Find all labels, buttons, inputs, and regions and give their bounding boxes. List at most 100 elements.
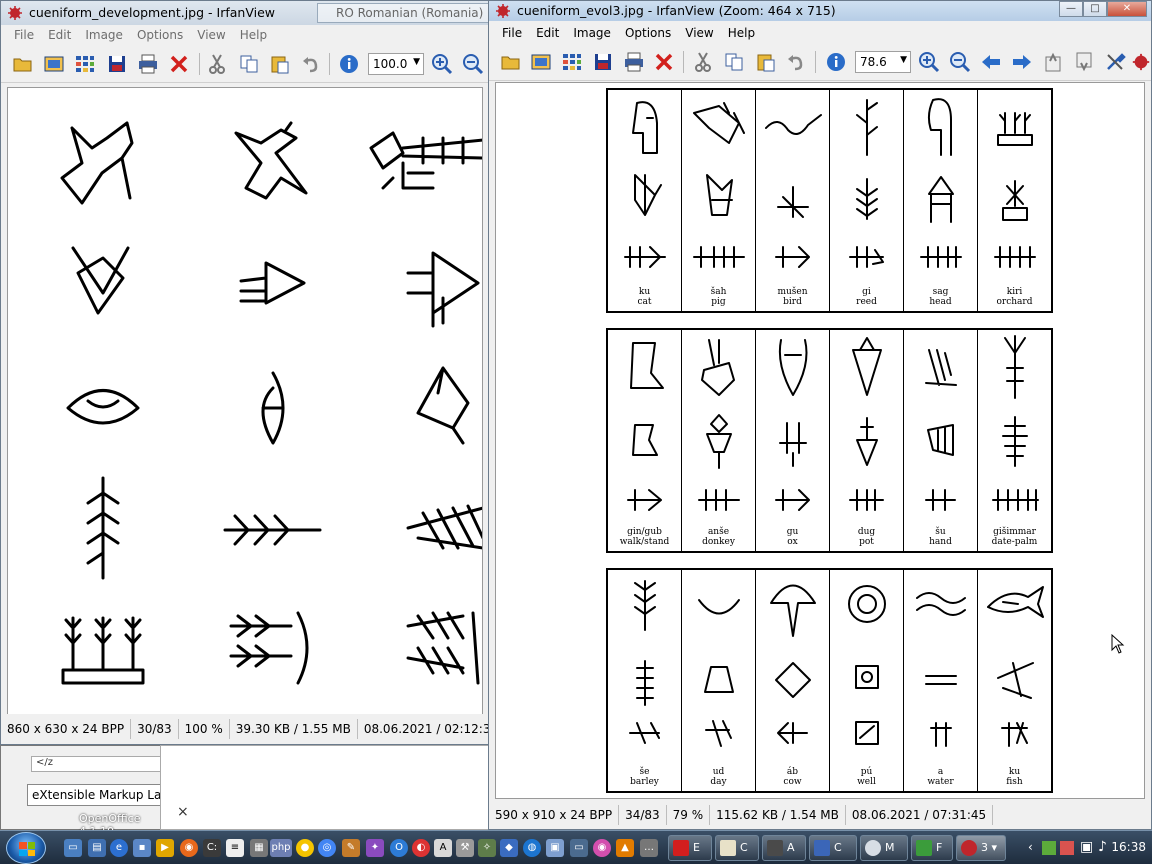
minimize-button[interactable]: — [1059,1,1083,17]
chevron-down-icon[interactable]: ▼ [900,55,907,65]
tools-icon[interactable]: ⚒ [456,839,474,857]
menu-edit[interactable]: Edit [529,23,566,43]
slideshow-icon[interactable] [528,50,554,74]
terminal-icon[interactable]: C: [203,839,221,857]
right-image-canvas[interactable]: ku cat šah pig mušen bird gi reed sag he… [495,82,1145,799]
close-button[interactable]: ✕ [1107,1,1147,17]
copy-icon[interactable] [721,50,747,74]
taskbar-button-a[interactable]: A [762,835,806,861]
show-desktop-icon[interactable]: ▭ [64,839,82,857]
xml-title-field[interactable]: eXtensible Markup Langu [27,784,163,806]
sun-icon[interactable]: ● [296,839,314,857]
tray-green-icon[interactable] [1042,841,1056,855]
maximize-button[interactable]: □ [1083,1,1107,17]
zoom-combobox[interactable]: 100.0 ▼ [368,53,424,75]
menu-help[interactable]: Help [721,23,762,43]
network-icon[interactable]: ✧ [478,839,496,857]
firefox-icon[interactable]: ◉ [180,839,198,857]
tray-red-icon[interactable] [1060,841,1074,855]
left-titlebar[interactable]: cueniform_development.jpg - IrfanView RO… [1,1,489,25]
menu-view[interactable]: View [678,23,720,43]
media-player-icon[interactable]: ▶ [156,839,174,857]
paste-icon[interactable] [753,50,779,74]
monitor-icon[interactable]: ▭ [570,839,588,857]
clock[interactable]: 16:38 [1111,840,1146,854]
pink-app-icon[interactable]: ◉ [593,839,611,857]
copy-icon[interactable] [236,52,262,76]
zoom-combobox[interactable]: 78.6 ▼ [855,51,911,73]
previous-image-icon[interactable] [978,50,1004,74]
chevron-down-icon[interactable]: ▼ [413,57,420,67]
volume-icon[interactable]: ♪ [1098,839,1107,855]
info-icon[interactable] [336,52,362,76]
more-icon[interactable]: … [640,839,658,857]
open-folder-icon[interactable] [10,52,36,76]
next-image-icon[interactable] [1009,50,1035,74]
save-icon[interactable] [590,50,616,74]
app-grid-icon[interactable]: ▦ [250,839,268,857]
language-indicator[interactable]: RO Romanian (Romania) [317,3,489,23]
menu-options[interactable]: Options [618,23,678,43]
start-button[interactable] [6,832,46,864]
taskbar-button-f[interactable]: F [911,835,953,861]
delete-icon[interactable] [651,50,677,74]
menu-help[interactable]: Help [233,25,274,45]
print-icon[interactable] [621,50,647,74]
gimp-icon[interactable]: ✎ [342,839,360,857]
cut-icon[interactable] [204,52,230,76]
left-image-canvas[interactable] [7,87,483,716]
menu-file[interactable]: File [495,23,529,43]
zoom-out-icon[interactable] [460,52,486,76]
internet-explorer-icon[interactable]: e [110,839,128,857]
thumbnails-icon[interactable] [559,50,585,74]
background-scroll-row[interactable]: </z [31,756,161,772]
menu-image[interactable]: Image [78,25,130,45]
red-app-icon[interactable]: ◐ [412,839,430,857]
close-tab-icon[interactable]: × [177,804,189,820]
properties-icon[interactable] [1102,50,1128,74]
slideshow-icon[interactable] [41,52,67,76]
chrome-icon[interactable]: ◎ [318,839,336,857]
thumbnails-icon[interactable] [72,52,98,76]
irfanview-logo-icon[interactable] [1131,50,1151,74]
cut-icon[interactable] [690,50,716,74]
undo-icon[interactable] [298,52,324,76]
php-icon[interactable]: php [270,839,292,857]
print-icon[interactable] [135,52,161,76]
text-icon[interactable]: A [434,839,452,857]
first-page-icon[interactable] [1040,50,1066,74]
vlc-icon[interactable]: ▲ [616,839,634,857]
tray-expand-icon[interactable]: ‹ [1028,840,1033,854]
disk-icon[interactable]: ▪ [133,839,151,857]
taskbar-button-c1[interactable]: C [715,835,759,861]
search-app-icon[interactable]: ◆ [500,839,518,857]
taskbar-button-u[interactable]: E [668,835,712,861]
info-icon[interactable] [823,50,849,74]
last-page-icon[interactable] [1071,50,1097,74]
sign-label: mušen bird [777,287,808,307]
zoom-in-icon[interactable] [429,52,455,76]
paste-icon[interactable] [267,52,293,76]
menu-file[interactable]: File [7,25,41,45]
open-folder-icon[interactable] [498,50,524,74]
menu-image[interactable]: Image [566,23,618,43]
zoom-in-icon[interactable] [916,50,942,74]
editor-icon[interactable]: ✦ [366,839,384,857]
opera-icon[interactable]: O [390,839,408,857]
delete-icon[interactable] [166,52,192,76]
notepad-icon[interactable]: ≡ [226,839,244,857]
right-titlebar[interactable]: cueniform_evol3.jpg - IrfanView (Zoom: 4… [489,1,1151,21]
globe-icon[interactable]: ◍ [523,839,541,857]
explorer-icon[interactable]: ▤ [88,839,106,857]
menu-edit[interactable]: Edit [41,25,78,45]
photo-icon[interactable]: ▣ [546,839,564,857]
taskbar-button-m[interactable]: M [860,835,908,861]
undo-icon[interactable] [783,50,809,74]
menu-options[interactable]: Options [130,25,190,45]
network-tray-icon[interactable]: ▣ [1080,839,1093,855]
taskbar-button-irfanview[interactable]: 3 ▾ [956,835,1006,861]
taskbar-button-c2[interactable]: C [809,835,857,861]
zoom-out-icon[interactable] [947,50,973,74]
save-icon[interactable] [104,52,130,76]
menu-view[interactable]: View [190,25,232,45]
